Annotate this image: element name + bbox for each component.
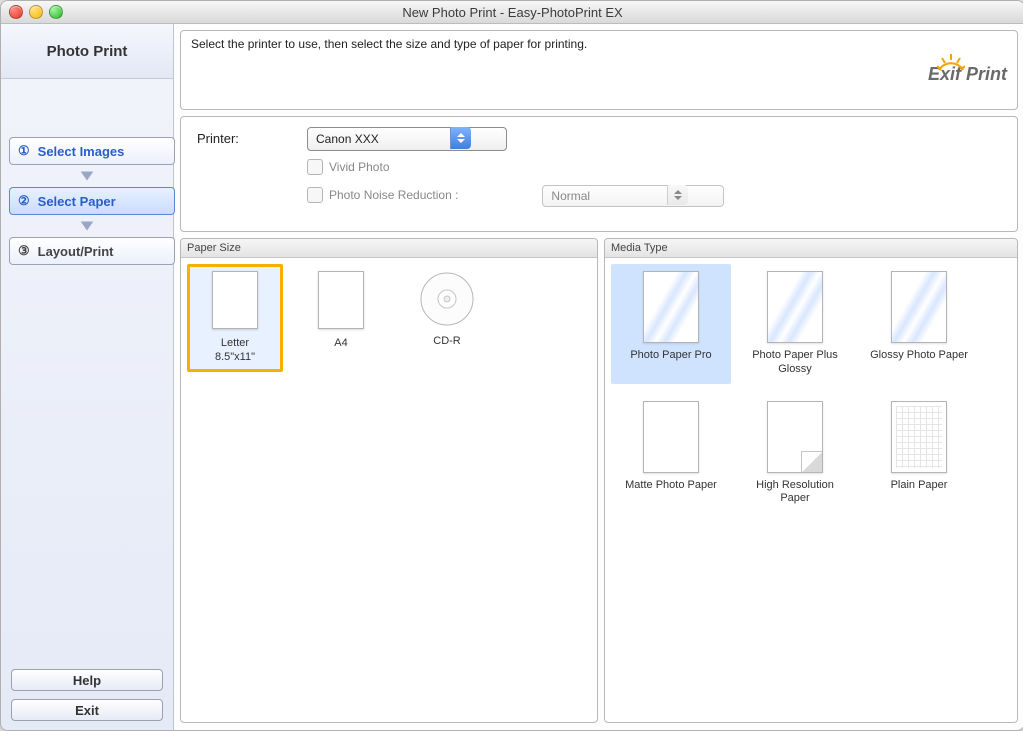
tile-label: Plain Paper (891, 479, 948, 505)
paper-thumb-icon (767, 401, 823, 473)
paper-thumb-icon (891, 271, 947, 343)
step-label: Layout/Print (38, 244, 114, 259)
paper-size-panel: Paper Size Letter8.5"x11" A4 CD-R (180, 238, 598, 723)
tile-label: Photo Paper Plus Glossy (742, 349, 848, 377)
tile-label: High Resolution Paper (742, 479, 848, 507)
media-type-panel: Media Type Photo Paper Pro Photo Paper Pl… (604, 238, 1018, 723)
zoom-icon[interactable] (49, 5, 63, 19)
tile-label: Letter8.5"x11" (215, 337, 255, 365)
step-select-paper[interactable]: ② Select Paper (9, 187, 175, 215)
tile-label: Photo Paper Pro (630, 349, 711, 375)
title-bar: New Photo Print - Easy-PhotoPrint EX (1, 1, 1023, 24)
arrow-down-icon (9, 169, 165, 183)
step-number: ① (18, 143, 30, 159)
sun-icon (937, 52, 965, 77)
step-number: ② (18, 193, 30, 209)
noise-reduction-row: Photo Noise Reduction : Normal (307, 185, 1001, 205)
tile-label: Glossy Photo Paper (870, 349, 968, 375)
window-controls (9, 5, 63, 19)
paper-thumb-icon (767, 271, 823, 343)
tile-label: A4 (334, 337, 347, 363)
printer-panel: Printer: Canon XXX Vivid Photo (180, 116, 1018, 232)
instruction-bar: Select the printer to use, then select t… (180, 30, 1018, 110)
step-layout-print[interactable]: ③ Layout/Print (9, 237, 175, 265)
paper-thumb-icon (643, 271, 699, 343)
sidebar-title: Photo Print (1, 24, 173, 79)
printer-label: Printer: (197, 131, 307, 146)
tile-label: CD-R (433, 335, 461, 361)
media-type-header: Media Type (605, 239, 1017, 258)
window-title: New Photo Print - Easy-PhotoPrint EX (402, 5, 622, 20)
noise-reduction-select[interactable]: Normal (542, 185, 688, 205)
media-type-tile[interactable]: Glossy Photo Paper (859, 264, 979, 384)
step-number: ③ (18, 243, 30, 259)
chevron-updown-icon (667, 185, 688, 205)
sheet-icon (212, 271, 258, 329)
paper-thumb-icon (891, 401, 947, 473)
step-label: Select Paper (38, 194, 116, 209)
paper-size-header: Paper Size (181, 239, 597, 258)
arrow-down-icon (9, 219, 165, 233)
vivid-photo-row: Vivid Photo (307, 159, 1001, 175)
noise-reduction-value: Normal (542, 185, 724, 207)
close-icon[interactable] (9, 5, 23, 19)
vivid-photo-checkbox[interactable] (307, 159, 323, 175)
help-button[interactable]: Help (11, 669, 163, 691)
paper-size-grid: Letter8.5"x11" A4 CD-R (187, 264, 591, 372)
sheet-icon (318, 271, 364, 329)
media-type-tile[interactable]: Photo Paper Pro (611, 264, 731, 384)
tile-label: Matte Photo Paper (625, 479, 717, 505)
instruction-text: Select the printer to use, then select t… (191, 37, 587, 51)
app-window: New Photo Print - Easy-PhotoPrint EX Pho… (0, 0, 1023, 731)
media-type-grid: Photo Paper Pro Photo Paper Plus Glossy Gl… (611, 264, 1011, 513)
exif-print-logo: Exif Print (928, 56, 1007, 85)
printer-select-value: Canon XXX (307, 127, 507, 151)
exit-button[interactable]: Exit (11, 699, 163, 721)
step-select-images[interactable]: ① Select Images (9, 137, 175, 165)
sidebar: Photo Print ① Select Images ② Select Pap… (1, 24, 174, 731)
paper-size-tile[interactable]: CD-R (399, 264, 495, 372)
step-label: Select Images (38, 144, 125, 159)
sidebar-footer: Help Exit (1, 669, 173, 731)
noise-reduction-label: Photo Noise Reduction : (329, 188, 458, 202)
paper-size-tile[interactable]: A4 (293, 264, 389, 372)
minimize-icon[interactable] (29, 5, 43, 19)
media-type-tile[interactable]: Plain Paper (859, 394, 979, 514)
noise-reduction-checkbox[interactable] (307, 187, 323, 203)
media-type-tile[interactable]: Matte Photo Paper (611, 394, 731, 514)
media-type-tile[interactable]: Photo Paper Plus Glossy (735, 264, 855, 384)
paper-thumb-icon (643, 401, 699, 473)
printer-select[interactable]: Canon XXX (307, 127, 471, 149)
chevron-updown-icon (450, 127, 471, 149)
cd-icon (419, 271, 475, 327)
vivid-photo-label: Vivid Photo (329, 160, 390, 174)
media-type-tile[interactable]: High Resolution Paper (735, 394, 855, 514)
step-list: ① Select Images ② Select Paper ③ Layout/… (1, 79, 173, 269)
paper-size-tile[interactable]: Letter8.5"x11" (187, 264, 283, 372)
